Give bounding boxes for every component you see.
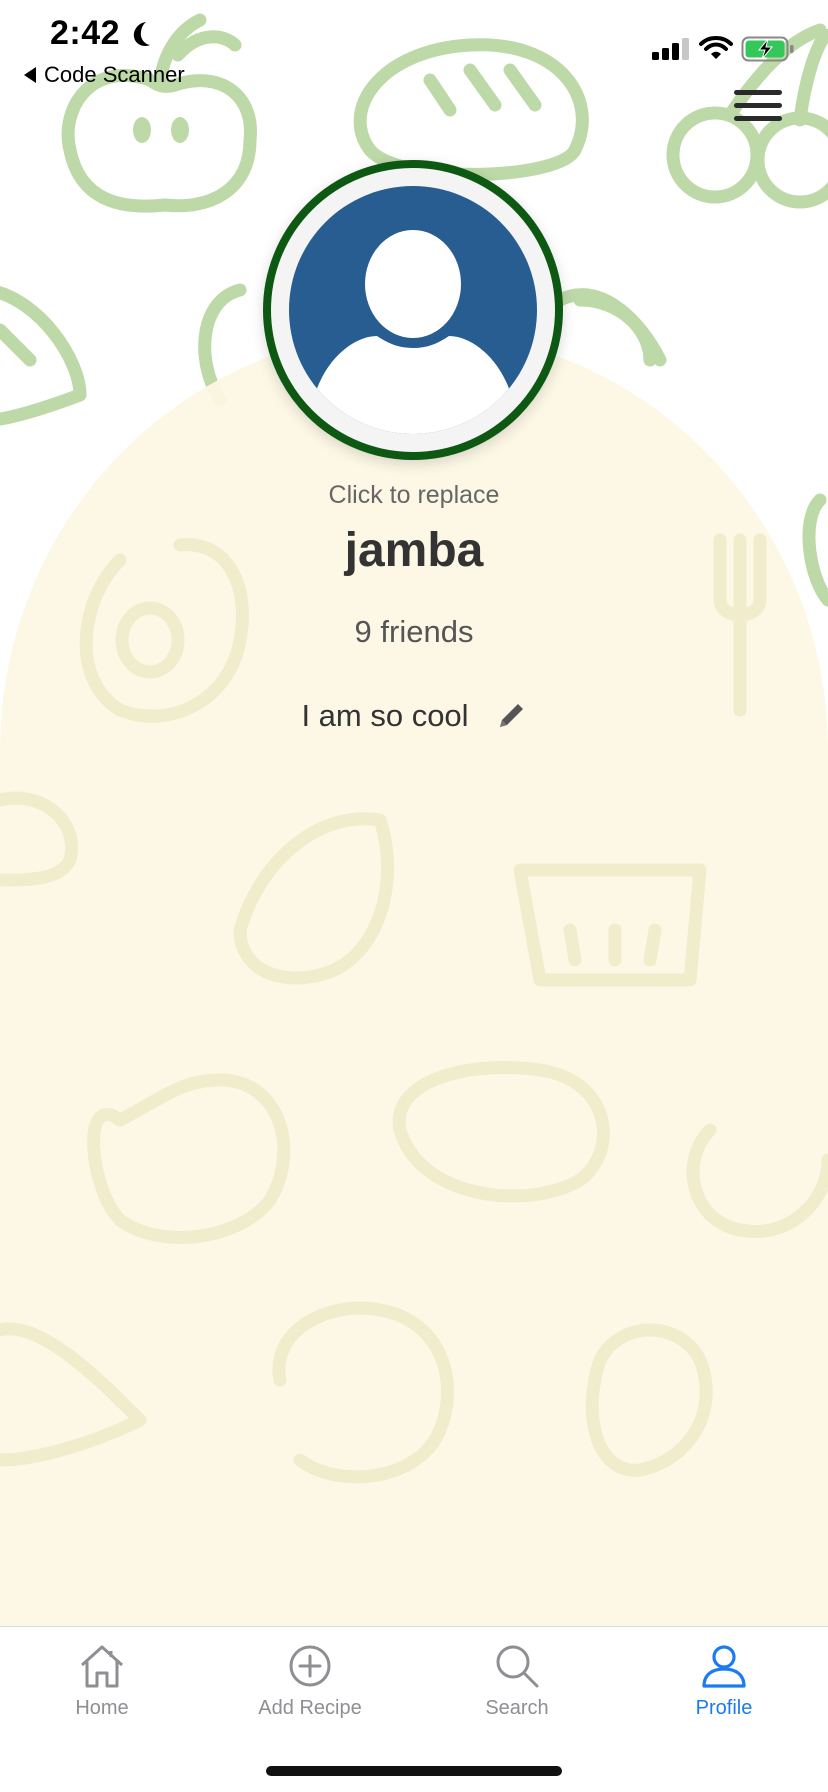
tab-search[interactable]: Search	[427, 1641, 607, 1720]
bio-row: I am so cool	[0, 698, 828, 734]
tab-profile-label: Profile	[695, 1697, 753, 1719]
status-bar: 2:42 Code Scanner	[0, 0, 828, 96]
wifi-icon	[699, 36, 733, 59]
tab-home-label: Home	[75, 1697, 129, 1719]
tab-search-label: Search	[485, 1697, 549, 1719]
replace-photo-hint[interactable]: Click to replace	[0, 481, 828, 510]
default-person-avatar-icon	[289, 186, 537, 434]
plus-circle-icon	[289, 1645, 331, 1687]
home-indicator	[266, 1766, 562, 1776]
profile-username: jamba	[344, 524, 484, 577]
tab-add-recipe[interactable]: Add Recipe	[220, 1641, 400, 1720]
back-to-code-scanner-link[interactable]: Code Scanner	[24, 62, 185, 88]
home-icon	[80, 1645, 124, 1688]
pencil-edit-icon[interactable]	[495, 700, 527, 732]
tab-profile[interactable]: Profile	[634, 1641, 814, 1720]
status-time: 2:42	[50, 14, 121, 52]
tab-home[interactable]: Home	[12, 1641, 192, 1720]
moon-icon	[133, 22, 150, 47]
profile-avatar[interactable]	[263, 160, 563, 460]
battery-charging-icon	[741, 36, 794, 62]
friends-count[interactable]: 9 friends	[0, 614, 828, 650]
cellular-signal-icon	[652, 38, 689, 60]
person-icon	[702, 1645, 746, 1688]
back-arrow-icon	[24, 67, 36, 83]
hamburger-menu-icon[interactable]	[734, 90, 782, 130]
leaf-doodle-icon	[0, 286, 87, 426]
tab-add-recipe-label: Add Recipe	[258, 1697, 362, 1719]
search-icon	[496, 1645, 539, 1688]
back-link-label: Code Scanner	[44, 62, 185, 87]
profile-bio: I am so cool	[301, 698, 469, 733]
